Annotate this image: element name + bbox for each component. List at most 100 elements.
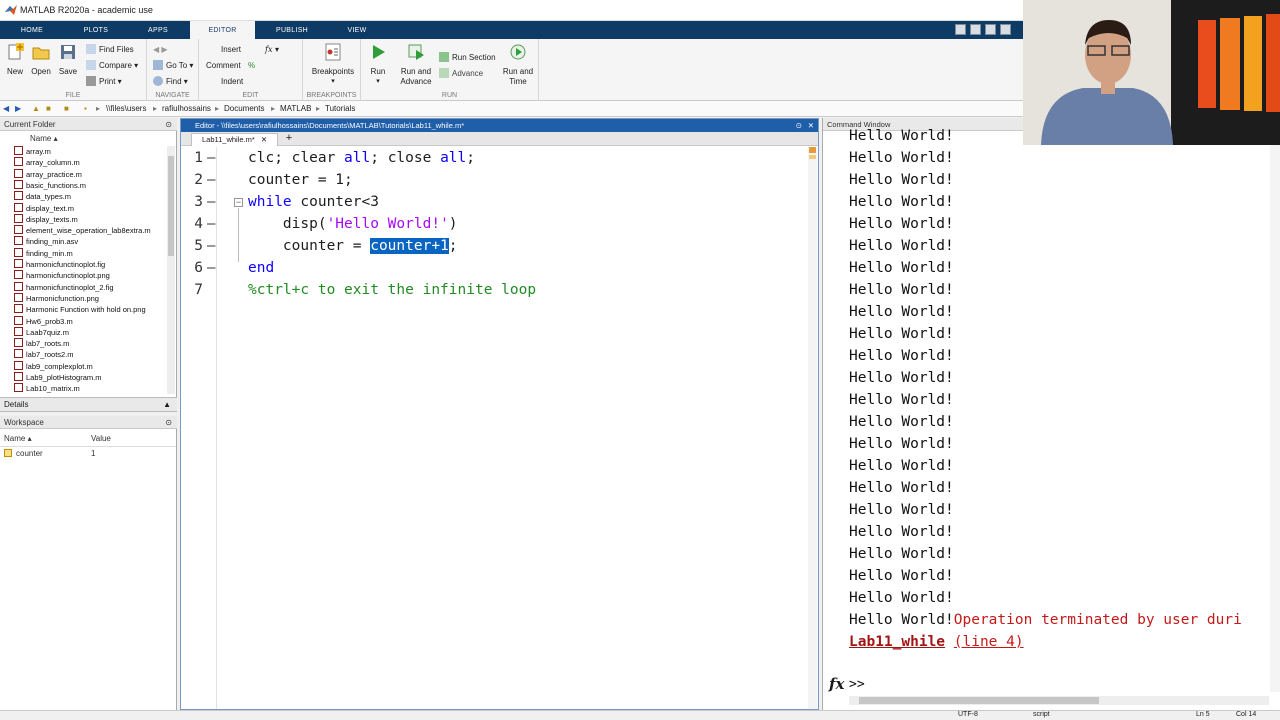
error-line-link[interactable]: (line 4)	[954, 634, 1024, 650]
close-icon[interactable]: ✕	[808, 119, 814, 132]
tab-editor[interactable]: EDITOR	[190, 21, 255, 39]
list-item[interactable]: array.m	[14, 146, 51, 157]
list-item[interactable]: finding_min.asv	[14, 236, 78, 247]
list-item[interactable]: harmonicfunctinoplot_2.fig	[14, 281, 114, 293]
save-button[interactable]: Save	[53, 43, 83, 77]
breadcrumb-documents[interactable]: Documents	[224, 104, 264, 113]
workspace-name-column[interactable]: Name ▴	[4, 433, 32, 445]
run-button[interactable]: Run ▾	[363, 43, 393, 87]
list-item[interactable]: Harmonic Function with hold on.png	[14, 304, 146, 315]
list-item[interactable]: array_practice.m	[14, 168, 82, 180]
code-fold-icon[interactable]: −	[234, 198, 243, 207]
goto-button[interactable]: Go To ▾	[153, 59, 193, 73]
list-item[interactable]: basic_functions.m	[14, 179, 86, 191]
breadcrumb-user[interactable]: rafiulhossains	[162, 104, 211, 113]
close-icon[interactable]: ✕	[261, 135, 267, 144]
list-item[interactable]: display_text.m	[14, 202, 74, 214]
advance-button[interactable]: Advance	[439, 67, 483, 81]
code-line[interactable]: while counter<3	[248, 191, 379, 213]
find-button[interactable]: Find ▾	[153, 75, 188, 89]
breadcrumb-files-users[interactable]: \\files\users	[106, 104, 146, 113]
breakpoints-button[interactable]: Breakpoints ▾	[307, 43, 359, 87]
fx-insert-icon[interactable]: fx ▾	[265, 43, 279, 57]
open-button[interactable]: Open	[26, 43, 56, 77]
command-vscrollbar[interactable]	[1270, 132, 1280, 692]
cut-quick-icon[interactable]	[970, 24, 981, 35]
editor-scrollbar[interactable]	[808, 147, 817, 709]
find-files-button[interactable]: Find Files	[86, 43, 134, 57]
breakpoint-dash-icon[interactable]: –	[207, 191, 215, 213]
list-item[interactable]: element_wise_operation_lab8extra.m	[14, 225, 151, 236]
list-item[interactable]: data_types.m	[14, 191, 71, 202]
tab-view[interactable]: VIEW	[326, 21, 388, 39]
list-item[interactable]: array_column.m	[14, 157, 80, 168]
breakpoint-dash-icon[interactable]: –	[207, 257, 215, 279]
back-forward-buttons[interactable]: ◀ ▶	[153, 43, 168, 57]
breadcrumb-tutorials[interactable]: Tutorials	[325, 104, 355, 113]
list-item[interactable]: Lab10_matrix.m	[14, 383, 80, 394]
panel-menu-icon[interactable]: ⊙	[165, 416, 172, 429]
code-line[interactable]: %ctrl+c to exit the infinite loop	[248, 279, 536, 301]
insert-button[interactable]: Insert	[221, 43, 241, 57]
list-item[interactable]: finding_min.m	[14, 247, 73, 259]
editor-menu-icon[interactable]: ⊙	[796, 119, 802, 132]
paste-quick-icon[interactable]	[1000, 24, 1011, 35]
list-item[interactable]: Harmonicfunction.png	[14, 292, 99, 304]
code-line[interactable]: counter = 1;	[248, 169, 353, 191]
list-item[interactable]: display_texts.m	[14, 213, 78, 225]
folder-scrollbar[interactable]	[167, 146, 175, 394]
tab-publish[interactable]: PUBLISH	[258, 21, 326, 39]
add-tab-button[interactable]: +	[281, 132, 297, 145]
code-line[interactable]: counter = counter+1;	[248, 235, 458, 257]
code-line[interactable]: end	[248, 257, 274, 279]
tab-lab11-while[interactable]: Lab11_while.m* ✕	[191, 133, 279, 146]
print-button[interactable]: Print ▾	[86, 75, 122, 89]
back-arrow-icon[interactable]: ◀	[3, 104, 9, 113]
browse-folder-icon[interactable]: ■	[46, 104, 51, 113]
panel-menu-icon[interactable]: ⊙	[165, 118, 172, 131]
comment-button[interactable]: Comment	[206, 59, 241, 73]
breakpoint-dash-icon[interactable]: –	[207, 147, 215, 169]
compare-button[interactable]: Compare ▾	[86, 59, 138, 73]
run-section-button[interactable]: Run Section	[439, 51, 496, 65]
copy-quick-icon[interactable]	[985, 24, 996, 35]
comment-percent-icon[interactable]: %	[248, 59, 255, 73]
tab-plots[interactable]: PLOTS	[64, 21, 128, 39]
forward-arrow-icon[interactable]: ▶	[15, 104, 21, 113]
folder-name-column[interactable]: Name ▴	[30, 133, 58, 145]
breakpoint-dash-icon[interactable]: –	[207, 235, 215, 257]
folder-up-icon[interactable]: ▲	[32, 104, 40, 113]
list-item[interactable]: harmonicfunctinoplot.png	[14, 270, 110, 281]
list-item[interactable]: Laab7quiz.m	[14, 326, 69, 338]
command-hscrollbar[interactable]	[849, 696, 1269, 705]
table-row[interactable]: counter	[4, 448, 43, 460]
search-folder-icon[interactable]: ■	[64, 104, 69, 113]
error-function-link[interactable]: Lab11_while	[849, 634, 945, 650]
fx-icon[interactable]: fx	[829, 675, 844, 693]
code-line[interactable]: clc; clear all; close all;	[248, 147, 475, 169]
indent-button[interactable]: Indent	[221, 75, 243, 89]
command-prompt[interactable]: >>	[849, 674, 865, 696]
warning-marker[interactable]	[809, 155, 816, 159]
run-and-advance-button[interactable]: Run and Advance	[399, 43, 433, 87]
list-item[interactable]: lab7_roots2.m	[14, 349, 74, 360]
run-and-time-button[interactable]: Run and Time	[501, 43, 535, 87]
warning-marker[interactable]	[809, 147, 816, 153]
list-item[interactable]: Lab9_plotHistogram.m	[14, 372, 101, 383]
hscroll-thumb[interactable]	[859, 697, 1099, 704]
tab-home[interactable]: HOME	[0, 21, 64, 39]
details-panel[interactable]: Details ▲	[0, 397, 177, 412]
list-item[interactable]: lab7_roots.m	[14, 338, 69, 349]
breadcrumb-matlab[interactable]: MATLAB	[280, 104, 311, 113]
list-item[interactable]: harmonicfunctinoplot.fig	[14, 259, 105, 270]
expand-icon[interactable]: ▲	[163, 398, 171, 412]
list-item[interactable]: Hw6_prob3.m	[14, 315, 73, 327]
workspace-value-column[interactable]: Value	[91, 433, 111, 445]
save-quick-icon[interactable]	[955, 24, 966, 35]
list-item[interactable]: lab9_complexplot.m	[14, 360, 93, 372]
tab-apps[interactable]: APPS	[128, 21, 188, 39]
folder-scroll-thumb[interactable]	[168, 156, 174, 256]
code-line[interactable]: disp('Hello World!')	[248, 213, 458, 235]
breakpoint-dash-icon[interactable]: –	[207, 213, 215, 235]
breakpoint-dash-icon[interactable]: –	[207, 169, 215, 191]
